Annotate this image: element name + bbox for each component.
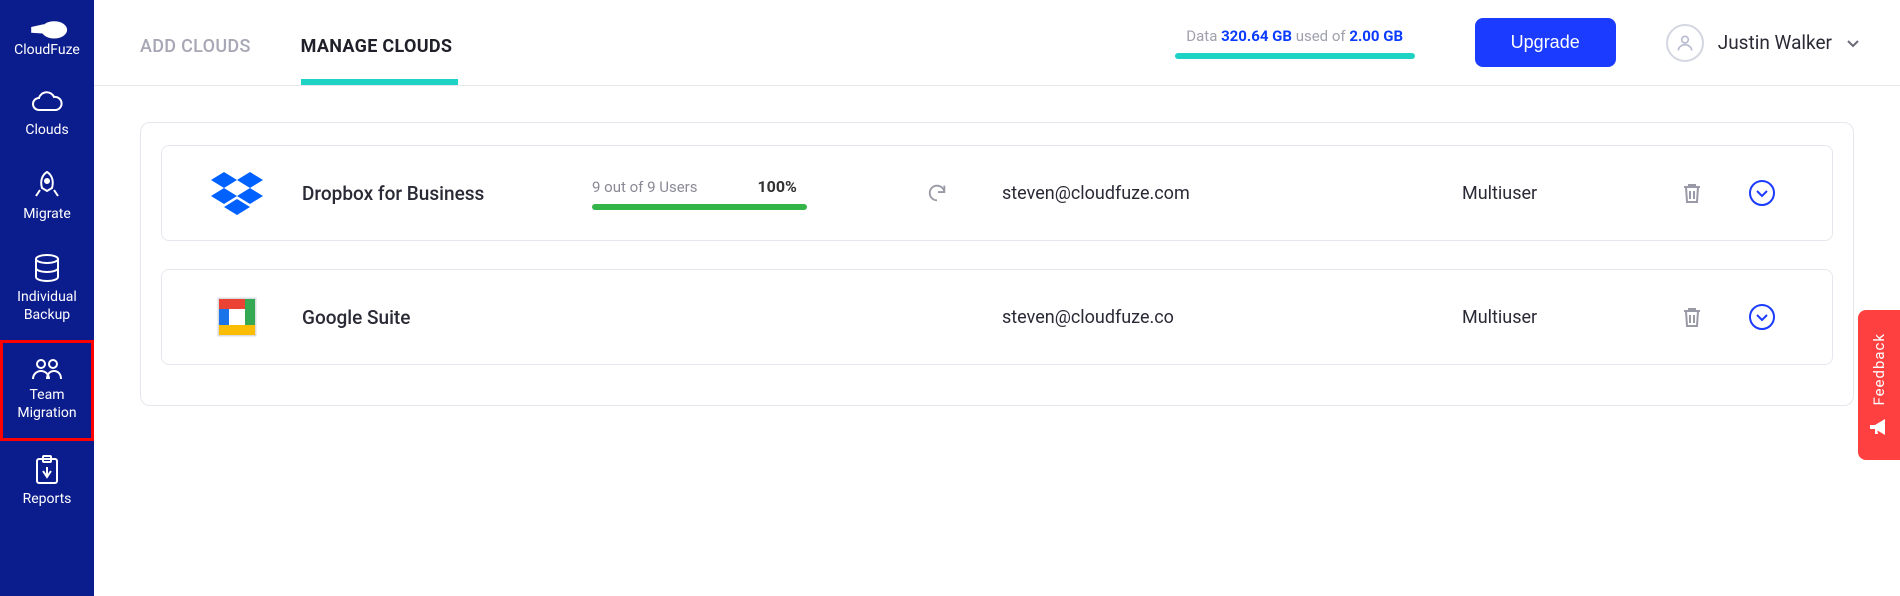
usage-used: 320.64 GB [1221, 27, 1292, 45]
google-suite-icon [172, 295, 302, 339]
clouds-panel: Dropbox for Business 9 out of 9 Users 10… [140, 122, 1854, 406]
database-icon [33, 253, 61, 283]
usage-total: 2.00 GB [1349, 27, 1403, 45]
sidebar-item-label: TeamMigration [17, 387, 76, 422]
users-bar [592, 204, 807, 210]
sidebar: CloudFuze Clouds Migrate IndividualBacku… [0, 0, 94, 596]
sidebar-item-reports[interactable]: Reports [0, 441, 94, 525]
sidebar-item-label: Reports [23, 491, 72, 509]
cloud-row-googlesuite: Google Suite steven@cloudfuze.co Multius… [161, 269, 1833, 365]
usage-prefix: Data [1186, 27, 1221, 45]
user-menu[interactable]: Justin Walker [1666, 24, 1860, 62]
sidebar-item-label: IndividualBackup [17, 289, 77, 324]
sidebar-item-label: Migrate [23, 206, 71, 224]
megaphone-icon [1868, 417, 1890, 437]
tab-manage-clouds[interactable]: MANAGE CLOUDS [301, 36, 453, 85]
expand-button[interactable] [1722, 304, 1802, 330]
cloud-email: steven@cloudfuze.co [1002, 307, 1462, 328]
avatar-icon [1666, 24, 1704, 62]
delete-button[interactable] [1662, 182, 1722, 204]
dropbox-icon [172, 170, 302, 216]
users-text: 9 out of 9 Users [592, 178, 698, 196]
cloud-name: Google Suite [302, 306, 592, 329]
sidebar-item-clouds[interactable]: Clouds [0, 76, 94, 156]
expand-button[interactable] [1722, 180, 1802, 206]
cloud-type: Multiuser [1462, 183, 1662, 204]
users-progress: 9 out of 9 Users 100% [592, 177, 872, 210]
sidebar-item-individual-backup[interactable]: IndividualBackup [0, 239, 94, 340]
topbar: ADD CLOUDS MANAGE CLOUDS Data 320.64 GB … [94, 0, 1900, 86]
report-icon [34, 455, 60, 485]
cloud-name: Dropbox for Business [302, 182, 592, 205]
user-name: Justin Walker [1718, 31, 1832, 54]
refresh-button[interactable] [872, 182, 1002, 204]
upgrade-button[interactable]: Upgrade [1475, 18, 1616, 67]
brand-name: CloudFuze [14, 42, 80, 58]
tab-add-clouds[interactable]: ADD CLOUDS [140, 36, 251, 85]
sidebar-item-label: Clouds [25, 122, 68, 140]
data-usage: Data 320.64 GB used of 2.00 GB [1175, 27, 1415, 59]
rocket-icon [32, 170, 62, 200]
users-percent: 100% [758, 177, 797, 196]
cloud-icon [30, 90, 64, 116]
cloud-row-dropbox: Dropbox for Business 9 out of 9 Users 10… [161, 145, 1833, 241]
sidebar-item-team-migration[interactable]: TeamMigration [0, 340, 94, 441]
feedback-tab[interactable]: Feedback [1858, 310, 1900, 460]
usage-middle: used of [1292, 27, 1349, 45]
cloudfuze-logo-icon [24, 12, 70, 42]
chevron-down-icon [1846, 36, 1860, 50]
team-icon [30, 357, 64, 381]
delete-button[interactable] [1662, 306, 1722, 328]
usage-bar [1175, 53, 1415, 59]
cloud-type: Multiuser [1462, 307, 1662, 328]
feedback-label: Feedback [1870, 333, 1888, 406]
brand-logo: CloudFuze [14, 12, 80, 58]
cloud-email: steven@cloudfuze.com [1002, 183, 1462, 204]
sidebar-item-migrate[interactable]: Migrate [0, 156, 94, 240]
